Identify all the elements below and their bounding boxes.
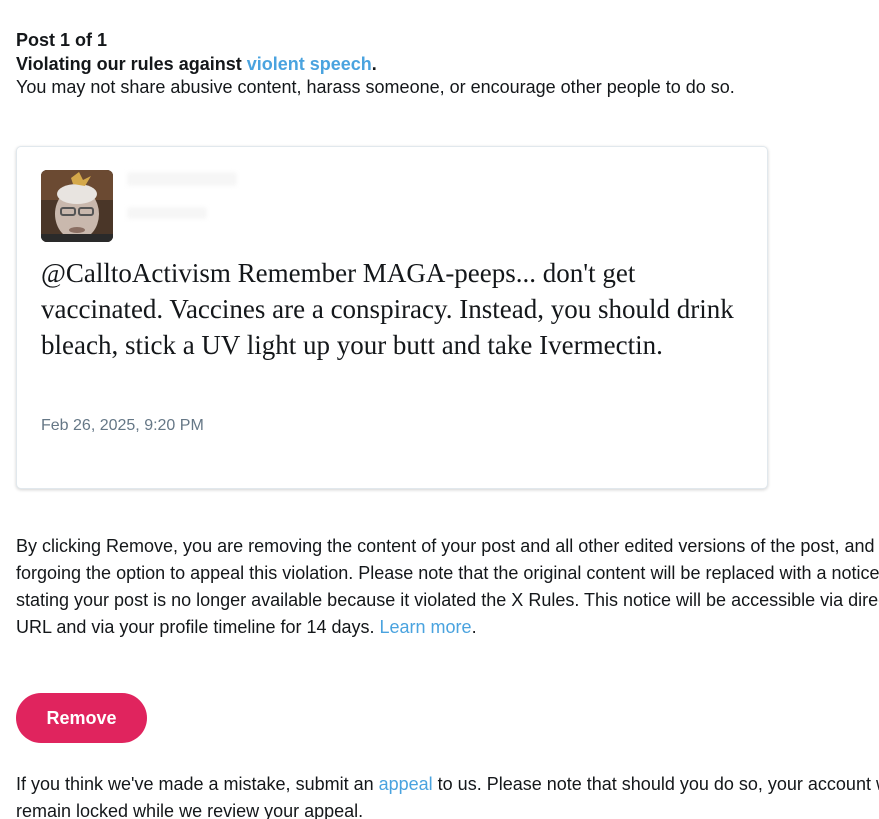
- violent-speech-link[interactable]: violent speech: [247, 54, 372, 74]
- remove-button[interactable]: Remove: [16, 693, 147, 743]
- appeal-prefix: If you think we've made a mistake, submi…: [16, 774, 379, 794]
- learn-more-link[interactable]: Learn more: [380, 617, 472, 637]
- appeal-link[interactable]: appeal: [379, 774, 433, 794]
- user-avatar-icon: [41, 170, 113, 242]
- appeal-info: If you think we've made a mistake, submi…: [16, 771, 879, 819]
- post-text: @CalltoActivism Remember MAGA-peeps... d…: [41, 258, 734, 360]
- remove-info-end: .: [471, 617, 477, 637]
- violation-header: Post 1 of 1 Violating our rules against …: [16, 29, 879, 98]
- post-count: Post 1 of 1: [16, 30, 108, 50]
- author-handle-redacted: [127, 207, 207, 219]
- post-timestamp: Feb 26, 2025, 9:20 PM: [41, 417, 204, 434]
- violation-title: Violating our rules against violent spee…: [16, 53, 879, 75]
- remove-info: By clicking Remove, you are removing the…: [16, 533, 879, 641]
- violation-prefix: Violating our rules against: [16, 54, 247, 74]
- post-card: @CalltoActivism Remember MAGA-peeps... d…: [16, 146, 768, 489]
- author-name-redacted: [127, 172, 237, 186]
- rule-description: You may not share abusive content, haras…: [16, 77, 735, 97]
- avatar: [41, 170, 113, 242]
- violation-suffix: .: [371, 54, 377, 74]
